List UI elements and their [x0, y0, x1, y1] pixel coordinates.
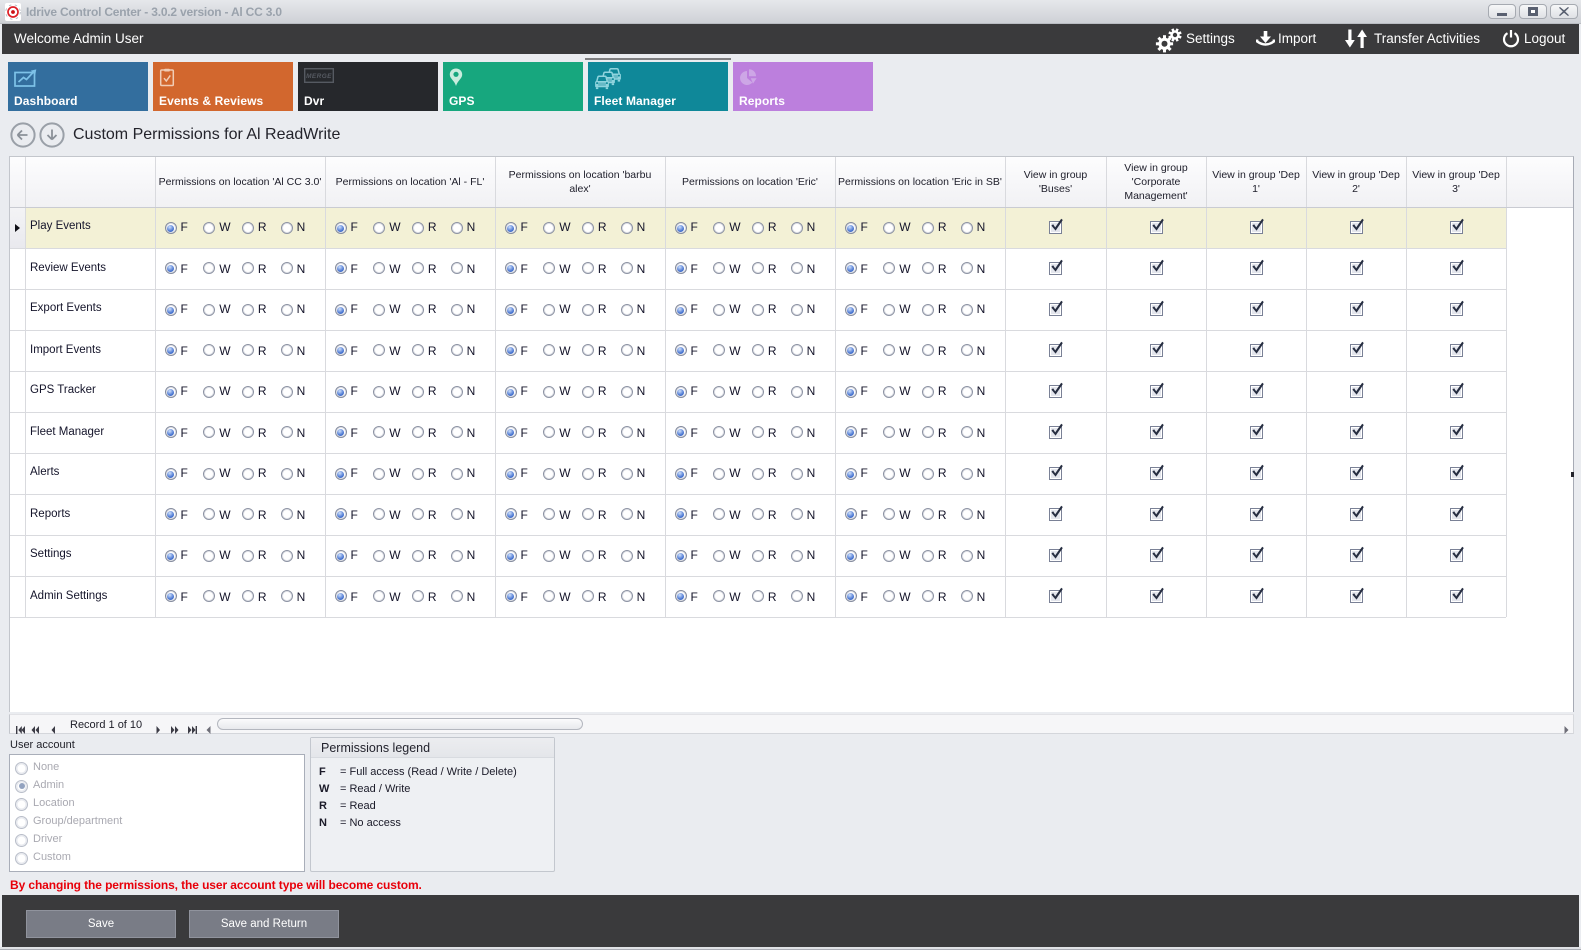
svg-text:MERGE: MERGE: [306, 73, 332, 80]
